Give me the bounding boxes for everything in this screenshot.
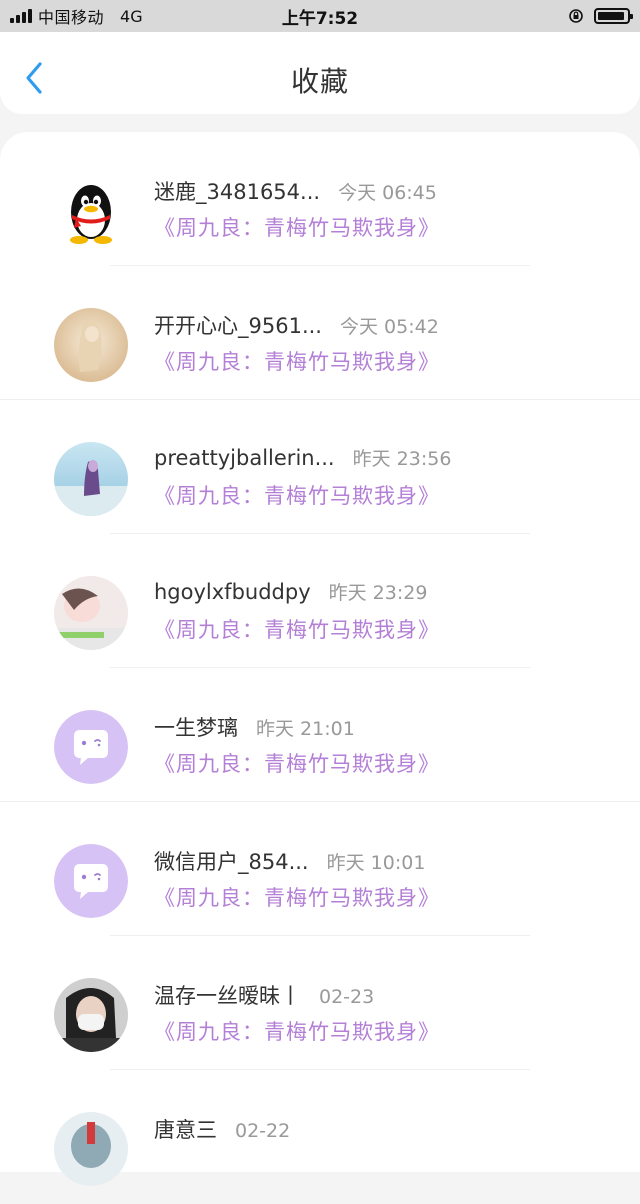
username: 温存一丝暧昧丨 <box>154 984 301 1008</box>
list-item[interactable]: 迷鹿_3481654... 今天 06:45 《周九良：青梅竹马欺我身》 <box>0 132 640 266</box>
story-title[interactable]: 《周九良：青梅竹马欺我身》 <box>154 614 440 644</box>
rotation-lock-icon <box>569 9 583 23</box>
page-title: 收藏 <box>290 65 349 98</box>
timestamp: 02-23 <box>319 986 375 1008</box>
network-label: 4G <box>120 6 143 26</box>
username: 唐意三 <box>154 1118 217 1142</box>
list-item[interactable]: 唐意三 02-22 <box>0 1070 640 1204</box>
status-bar: 中国移动 4G 上午7:52 <box>0 0 640 32</box>
list-item[interactable]: hgoylxfbuddpy 昨天 23:29 《周九良：青梅竹马欺我身》 <box>0 534 640 668</box>
story-title[interactable]: 《周九良：青梅竹马欺我身》 <box>154 1016 440 1046</box>
default-chat-avatar-icon <box>54 844 128 918</box>
carrier-label: 中国移动 <box>38 8 105 27</box>
username: 一生梦璃 <box>154 716 238 740</box>
timestamp: 昨天 23:29 <box>328 582 428 604</box>
story-title[interactable]: 《周九良：青梅竹马欺我身》 <box>154 480 440 510</box>
list-item[interactable]: 开开心心_9561... 今天 05:42 《周九良：青梅竹马欺我身》 <box>0 266 640 400</box>
list-item[interactable]: 一生梦璃 昨天 21:01 《周九良：青梅竹马欺我身》 <box>0 668 640 802</box>
list-item[interactable]: preattyjballerin... 昨天 23:56 《周九良：青梅竹马欺我… <box>0 400 640 534</box>
story-title[interactable]: 《周九良：青梅竹马欺我身》 <box>154 882 440 912</box>
user-photo-avatar <box>54 442 128 516</box>
signal-icon <box>10 9 32 23</box>
story-title[interactable]: 《周九良：青梅竹马欺我身》 <box>154 212 440 242</box>
story-title[interactable]: 《周九良：青梅竹马欺我身》 <box>154 748 440 778</box>
username: 微信用户_854... <box>154 850 309 874</box>
username: 迷鹿_3481654... <box>154 180 321 204</box>
favorites-list: 迷鹿_3481654... 今天 06:45 《周九良：青梅竹马欺我身》 开开心… <box>0 132 640 1186</box>
user-photo-avatar <box>54 308 128 382</box>
user-photo-avatar <box>54 576 128 650</box>
list-item[interactable]: 微信用户_854... 昨天 10:01 《周九良：青梅竹马欺我身》 <box>0 802 640 936</box>
username: 开开心心_9561... <box>154 314 322 338</box>
story-title[interactable]: 《周九良：青梅竹马欺我身》 <box>154 346 440 376</box>
timestamp: 昨天 23:56 <box>352 448 452 470</box>
navigation-bar: 收藏 <box>0 32 640 114</box>
timestamp: 昨天 10:01 <box>326 852 426 874</box>
user-photo-avatar <box>54 978 128 1052</box>
battery-icon <box>594 8 633 24</box>
default-chat-avatar-icon <box>54 710 128 784</box>
user-photo-avatar <box>54 1112 128 1186</box>
username: hgoylxfbuddpy <box>154 580 311 604</box>
qq-penguin-icon <box>70 185 112 244</box>
timestamp: 昨天 21:01 <box>256 718 355 740</box>
timestamp: 02-22 <box>235 1120 291 1142</box>
list-item[interactable]: 温存一丝暧昧丨 02-23 《周九良：青梅竹马欺我身》 <box>0 936 640 1070</box>
username: preattyjballerin... <box>154 446 335 470</box>
timestamp: 今天 05:42 <box>339 316 439 338</box>
timestamp: 今天 06:45 <box>338 182 437 204</box>
